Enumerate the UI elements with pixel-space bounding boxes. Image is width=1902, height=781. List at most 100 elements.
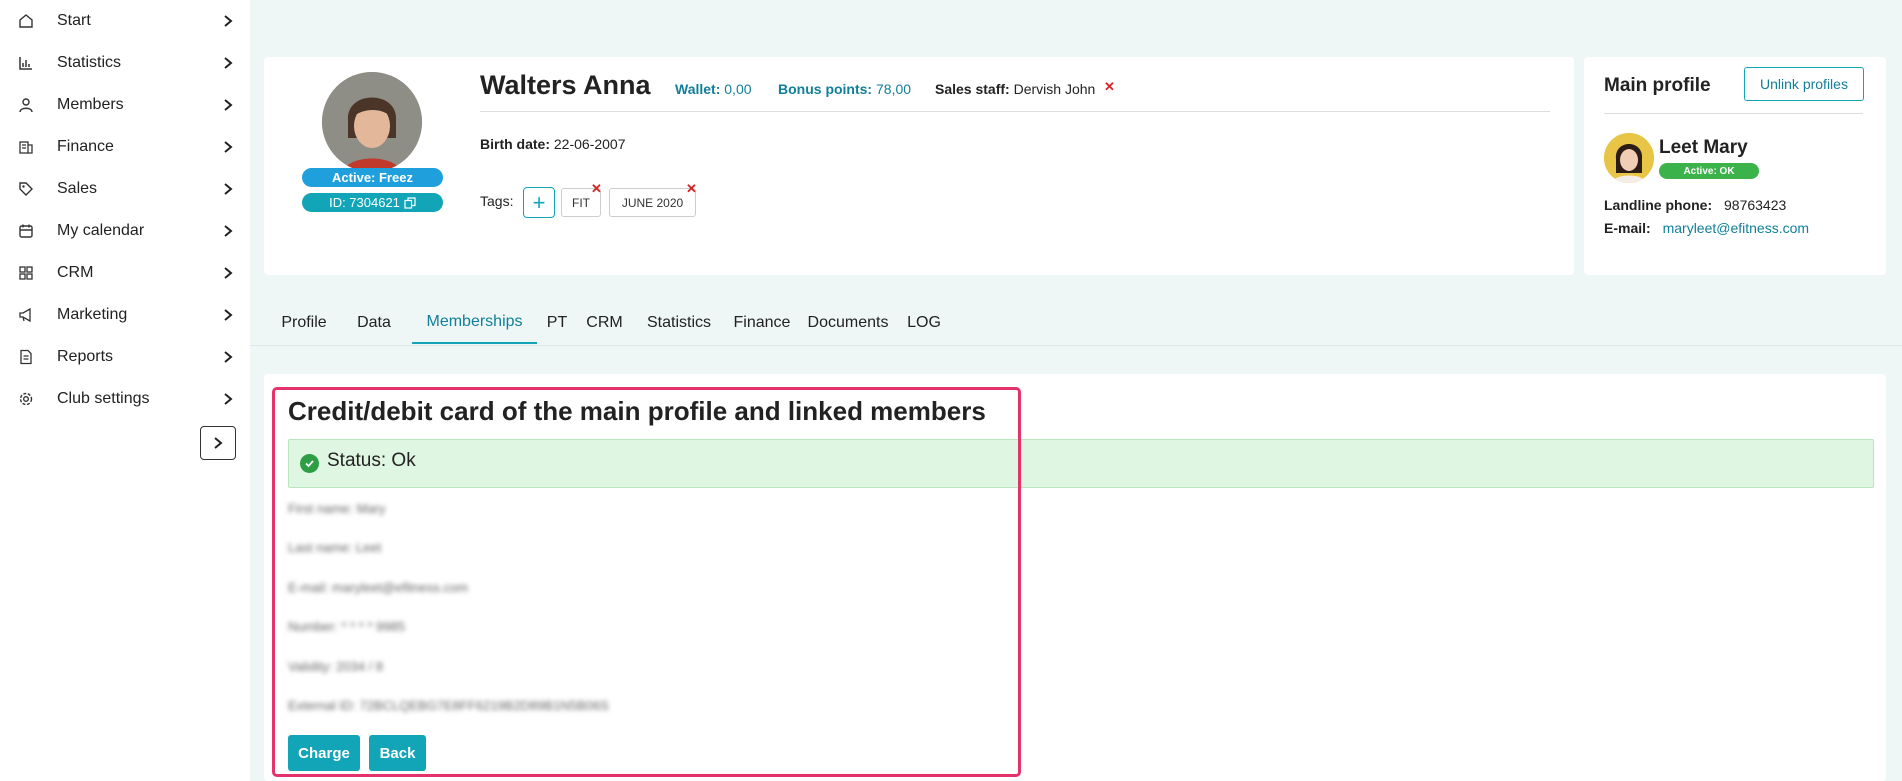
sidebar-item-label: Sales [57,180,98,197]
home-icon [17,12,35,30]
linked-member-name[interactable]: Leet Mary [1659,137,1748,159]
chevron-right-icon [222,266,234,280]
card-number: Number: * * * * 9985 [288,619,406,634]
sidebar-item-label: CRM [57,264,94,281]
email-label: E-mail: [1604,220,1651,236]
tab-crm[interactable]: CRM [577,302,632,344]
card-last-name: Last name: Leet [288,540,382,555]
member-name: Walters Anna [480,70,651,100]
tab-memberships[interactable]: Memberships [412,302,537,344]
tab-data[interactable]: Data [344,302,404,344]
bonus-points-value: 78,00 [876,81,912,97]
sidebar-item-crm[interactable]: CRM [0,252,250,294]
landline-phone: Landline phone: 98763423 [1604,197,1786,213]
member-id-badge[interactable]: ID: 7304621 [302,193,443,212]
avatar [1604,133,1654,183]
member-header-card: Active: Freez ID: 7304621 Walters Anna W… [264,57,1574,275]
tag-icon [17,180,35,198]
unlink-profiles-button[interactable]: Unlink profiles [1744,67,1864,101]
profile-tabs: Profile Data Memberships PT CRM Statisti… [264,302,1886,344]
card-email: E-mail: maryleet@efitness.com [288,580,469,595]
sidebar-item-marketing[interactable]: Marketing [0,294,250,336]
tab-pt[interactable]: PT [537,302,577,344]
sidebar-item-label: Finance [57,138,114,155]
sidebar-item-members[interactable]: Members [0,84,250,126]
tag-label: JUNE 2020 [621,195,684,210]
phone-label: Landline phone: [1604,197,1713,213]
charge-button[interactable]: Charge [288,735,360,771]
sidebar-item-label: My calendar [57,222,145,239]
sidebar-item-my-calendar[interactable]: My calendar [0,210,250,252]
remove-tag-icon[interactable]: ✕ [591,181,602,197]
user-icon [17,96,35,114]
remove-tag-icon[interactable]: ✕ [686,181,697,197]
sidebar-item-label: Statistics [57,54,122,71]
sales-staff-label: Sales staff: [935,81,1010,97]
divider [1604,113,1863,114]
member-id-text: ID: 7304621 [329,195,400,210]
add-tag-button[interactable]: + [523,187,555,218]
card-first-name: First name: Mary [288,501,386,516]
chevron-right-icon [222,308,234,322]
tab-finance[interactable]: Finance [726,302,798,344]
status-badge: Active: Freez [302,168,443,187]
status-text: Status: Ok [327,450,416,471]
tabs-divider [250,345,1902,346]
status-badge: Active: OK [1659,163,1759,179]
sidebar-item-statistics[interactable]: Statistics [0,42,250,84]
sidebar-item-start[interactable]: Start [0,0,250,42]
sidebar: Start Statistics Members Finance Sales M [0,0,250,781]
avatar [322,72,422,172]
sidebar-item-reports[interactable]: Reports [0,336,250,378]
email-link[interactable]: maryleet@efitness.com [1663,220,1809,236]
bar-chart-icon [17,54,35,72]
sidebar-item-club-settings[interactable]: Club settings [0,378,250,420]
email: E-mail: maryleet@efitness.com [1604,220,1809,236]
bonus-points-label: Bonus points: [778,81,873,97]
wallet-info[interactable]: Wallet: 0,00 [675,81,752,97]
sidebar-item-sales[interactable]: Sales [0,168,250,210]
card-external-id: External ID: 72BCLQEBG7E8FF6219B2D89B1N5… [288,698,609,713]
chevron-right-icon [214,437,223,449]
section-title: Credit/debit card of the main profile an… [288,396,986,426]
tab-statistics[interactable]: Statistics [632,302,726,344]
card-section: Credit/debit card of the main profile an… [264,374,1886,781]
tab-profile[interactable]: Profile [264,302,344,344]
gear-icon [17,390,35,408]
chevron-right-icon [222,224,234,238]
sales-staff-info: Sales staff: Dervish John [935,81,1095,97]
main-profile-card: Main profile Unlink profiles Leet Mary A… [1584,57,1886,275]
chevron-right-icon [222,14,234,28]
sidebar-item-finance[interactable]: Finance [0,126,250,168]
chevron-right-icon [222,98,234,112]
tag-label: FIT [572,195,590,210]
status-alert: Status: Ok [288,439,1874,488]
chevron-right-icon [222,392,234,406]
phone-value: 98763423 [1724,197,1787,213]
sidebar-toggle-button[interactable] [200,426,236,460]
wallet-value: 0,00 [724,81,752,97]
tab-log[interactable]: LOG [898,302,950,344]
remove-sales-staff-icon[interactable]: ✕ [1104,79,1115,95]
wallet-label: Wallet: [675,81,721,97]
birth-date-label: Birth date: [480,136,550,152]
chevron-right-icon [222,140,234,154]
tab-documents[interactable]: Documents [798,302,898,344]
calendar-icon [17,222,35,240]
birth-date-value: 22-06-2007 [553,136,626,152]
divider [480,111,1550,112]
card-validity: Validity: 2034 / 8 [288,659,384,674]
plus-icon: + [532,189,546,215]
megaphone-icon [17,306,35,324]
money-icon [17,138,35,156]
chevron-right-icon [222,350,234,364]
tags-label: Tags: [480,193,514,209]
copy-icon[interactable] [404,196,416,209]
sidebar-item-label: Members [57,96,124,113]
back-button[interactable]: Back [369,735,426,771]
bonus-points-info[interactable]: Bonus points: 78,00 [778,81,911,97]
sidebar-item-label: Reports [57,348,114,365]
birth-date: Birth date: 22-06-2007 [480,136,626,152]
main-profile-title: Main profile [1604,75,1711,96]
chevron-right-icon [222,182,234,196]
